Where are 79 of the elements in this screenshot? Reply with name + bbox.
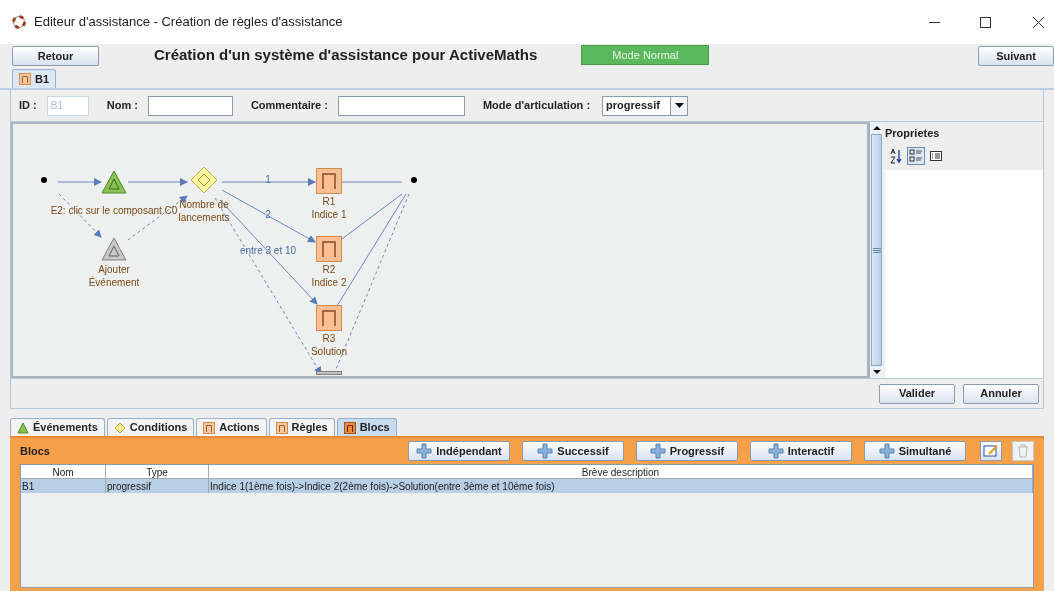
node-label: Événement (88, 276, 140, 289)
dialog-button[interactable]: Annuler (963, 383, 1039, 404)
mode-indicator: Mode Normal (581, 45, 710, 65)
add-block-button[interactable]: Progressif (636, 441, 738, 461)
field-label: Nom : (106, 98, 138, 114)
panel-tab[interactable]: Règles (268, 418, 335, 436)
square-icon (343, 421, 356, 434)
add-block-button[interactable]: Interactif (750, 441, 852, 461)
field-label: Mode d'articulation : (482, 98, 591, 114)
condition-node[interactable] (190, 166, 218, 194)
panel-tab[interactable]: Blocs (336, 418, 397, 436)
column-header[interactable]: Type (106, 465, 209, 478)
triangle-icon (17, 421, 29, 434)
event-node[interactable] (101, 170, 127, 194)
maximize-icon[interactable] (980, 16, 991, 28)
connector-line (341, 181, 403, 183)
add-block-button[interactable]: Successif (522, 441, 624, 461)
connector-arrow (127, 178, 188, 186)
field-label: ID : (19, 98, 37, 114)
connector-arrow (57, 178, 102, 186)
dialog-button[interactable]: Valider (879, 383, 955, 404)
table-cell: progressif (106, 479, 209, 493)
list-icon[interactable] (929, 148, 943, 163)
sort-icon[interactable] (889, 147, 903, 164)
plus-icon (878, 443, 895, 459)
panel-title: Proprietes (884, 126, 941, 141)
node-label: Indice 2 (311, 276, 347, 289)
node-label: Indice 1 (311, 208, 347, 221)
square-icon (275, 421, 288, 434)
window-title: Editeur d'assistance - Création de règles d'assistance (34, 13, 343, 32)
plus-icon (537, 443, 554, 459)
text-field[interactable] (337, 95, 465, 116)
trash-icon (1017, 444, 1029, 458)
edit-icon (983, 444, 999, 458)
edge-label: 2 (265, 207, 271, 222)
panel-tab[interactable]: Conditions (106, 418, 195, 436)
table-cell: Indice 1(1ème fois)->Indice 2(2ème fois)->Solution(entre 3ème et 10ème fois) (209, 479, 1033, 493)
table-cell: B1 (21, 479, 106, 493)
partial-node (316, 371, 342, 375)
scrollbar-thumb[interactable] (871, 134, 882, 366)
close-icon[interactable] (1033, 16, 1044, 28)
add-block-button[interactable]: Simultané (864, 441, 966, 461)
plus-icon (416, 443, 433, 459)
diamond-icon (113, 421, 126, 434)
grip-icon (872, 247, 881, 253)
column-header[interactable]: Brève description (209, 465, 1033, 478)
square-icon (203, 421, 216, 434)
field-label: Commentaire : (250, 98, 328, 114)
plus-icon (649, 443, 666, 459)
node-label: Ajouter (98, 263, 130, 276)
plus-icon (767, 443, 784, 459)
caret-icon (674, 103, 684, 108)
mode-dropdown[interactable]: progressif (602, 95, 689, 116)
table-row[interactable]: B1 progressif Indice 1(1ème fois)->Indice 2(2ème fois)->Solution(entre 3ème et 10ème fois) (21, 479, 1033, 493)
node-label: E2: clic sur le composant C0 (50, 204, 178, 217)
node-label: Solution (310, 345, 348, 358)
panel-tab[interactable]: Actions (196, 418, 267, 436)
vertical-scrollbar[interactable] (869, 122, 883, 378)
categories-icon[interactable] (907, 146, 925, 165)
node-label: R2 (322, 263, 336, 276)
square-icon (19, 73, 31, 85)
editor-tab[interactable]: B1 (12, 69, 57, 88)
node-label: Nombre de (179, 198, 229, 211)
node-label: lancements (178, 211, 230, 224)
next-button[interactable]: Suivant (978, 46, 1054, 67)
column-header[interactable]: Nom (21, 465, 106, 478)
panel-title: Blocs (20, 443, 50, 459)
panel-tab[interactable]: Événements (10, 418, 105, 436)
lifebuoy-icon (12, 15, 26, 29)
node-label: R1 (322, 195, 336, 208)
back-button[interactable]: Retour (12, 46, 99, 67)
page-heading: Création d'un système d'assistance pour ActiveMaths (154, 44, 538, 65)
edit-button[interactable] (980, 441, 1002, 461)
edge-label: entre 3 et 10 (239, 243, 297, 258)
add-block-button[interactable]: Indépendant (408, 441, 510, 461)
node-label: R3 (322, 332, 336, 345)
text-field[interactable] (147, 95, 233, 116)
add-event-node[interactable] (101, 237, 127, 261)
edge-label: 1 (265, 172, 271, 187)
